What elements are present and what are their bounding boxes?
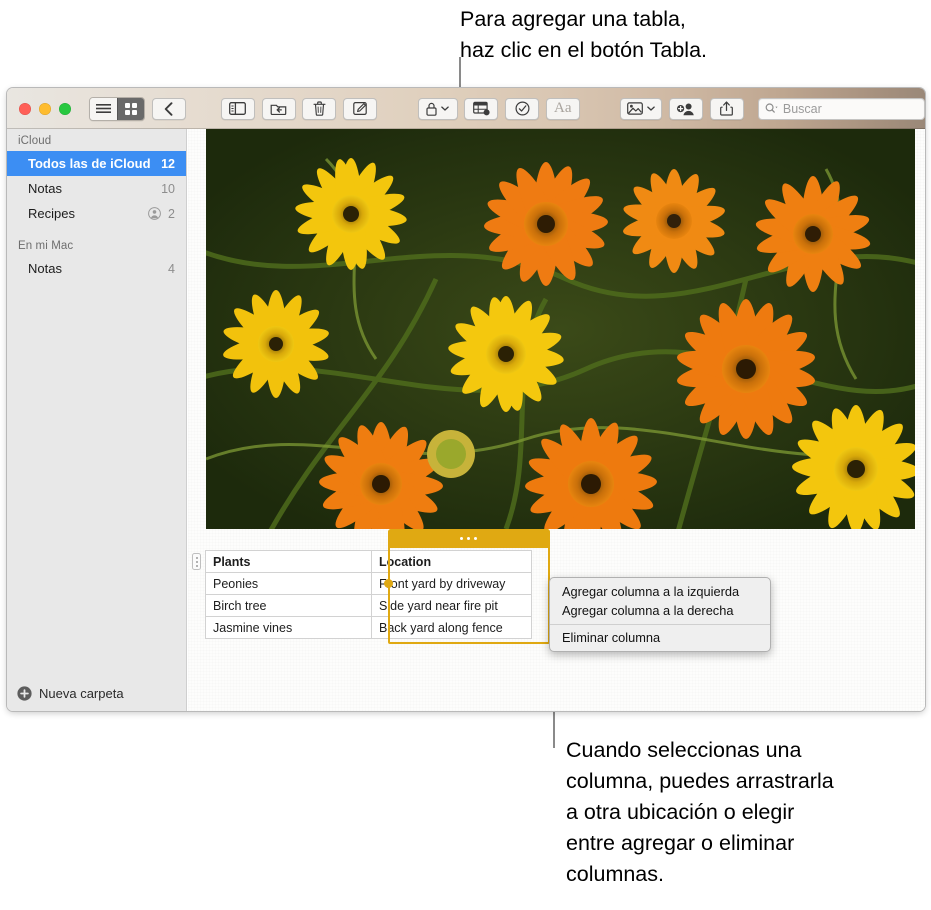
list-view-icon (95, 104, 111, 113)
table-row: Peonies Front yard by driveway (205, 572, 532, 595)
window-toolbar: Aa Buscar (7, 88, 925, 129)
add-people-button[interactable] (668, 97, 703, 120)
table-cell[interactable]: Birch tree (205, 594, 372, 617)
text-format-button[interactable]: Aa (545, 97, 580, 120)
sidebar-item-count: 10 (161, 181, 175, 196)
note-photo-attachment[interactable] (206, 129, 915, 529)
trash-icon (313, 101, 326, 116)
table-row: Jasmine vines Back yard along fence (205, 616, 532, 639)
sidebar-section-header-icloud: iCloud (18, 135, 52, 147)
sidebar-toggle-icon (229, 102, 247, 115)
chevron-down-icon (647, 106, 655, 111)
sidebar-item-notas-mac[interactable]: Notas 4 (7, 256, 186, 281)
table-header-cell[interactable]: Plants (205, 550, 372, 573)
menu-item-add-column-right[interactable]: Agregar columna a la derecha (550, 601, 770, 620)
lock-note-button[interactable] (417, 97, 458, 120)
toggle-sidebar-button[interactable] (220, 97, 255, 120)
chevron-down-icon (441, 106, 449, 111)
lock-icon (426, 102, 437, 116)
sidebar-item-label: Recipes (28, 206, 75, 221)
grid-view-icon (124, 102, 137, 115)
delete-note-button[interactable] (302, 97, 337, 120)
sidebar-item-todos-las-de-icloud[interactable]: Todos las de iCloud 12 (7, 151, 186, 176)
view-mode-segmented-control[interactable] (89, 96, 145, 121)
table-cell[interactable]: Side yard near fire pit (371, 594, 532, 617)
minimize-button[interactable] (39, 102, 51, 115)
callout-text-table-button: Para agregar una tabla, haz clic en el b… (460, 7, 708, 62)
checklist-icon (514, 101, 530, 116)
menu-item-add-column-left[interactable]: Agregar columna a la izquierda (550, 582, 770, 601)
folders-sidebar: iCloud Todos las de iCloud 12 Notas 10 R… (7, 129, 187, 711)
plus-circle-icon (17, 685, 32, 701)
compose-note-icon (352, 102, 367, 116)
share-button[interactable] (709, 97, 744, 120)
menu-separator (550, 624, 770, 625)
sidebar-item-count: 4 (168, 261, 175, 276)
column-context-menu[interactable]: Agregar columna a la izquierda Agregar c… (549, 577, 771, 652)
notes-app-window: Aa Buscar iCloud Todos las de iCloud 12 … (7, 88, 925, 711)
new-folder-button[interactable]: Nueva carpeta (7, 675, 186, 711)
new-folder-label: Nueva carpeta (39, 685, 124, 701)
media-icon (627, 102, 644, 115)
note-editor[interactable]: Plants Location Peonies Front yard by dr… (188, 129, 925, 711)
search-field[interactable]: Buscar (757, 97, 925, 120)
table-cell[interactable]: Jasmine vines (205, 616, 372, 639)
move-to-folder-icon (270, 104, 287, 115)
menu-item-delete-column[interactable]: Eliminar columna (550, 628, 770, 647)
table-cell[interactable]: Back yard along fence (371, 616, 532, 639)
close-button[interactable] (19, 102, 31, 115)
table-row: Birch tree Side yard near fire pit (205, 594, 532, 617)
checklist-button[interactable] (505, 97, 539, 120)
sidebar-item-label: Notas (28, 261, 62, 276)
grid-view-button[interactable] (116, 97, 144, 120)
add-person-icon (676, 103, 694, 115)
insert-media-button[interactable] (620, 97, 663, 120)
table-icon (472, 101, 490, 116)
list-view-button[interactable] (90, 97, 117, 120)
sidebar-item-notas-icloud[interactable]: Notas 10 (7, 176, 186, 201)
table-cell[interactable]: Front yard by driveway (371, 572, 532, 595)
move-to-folder-button[interactable] (261, 97, 296, 120)
flowers-photo-image (206, 129, 915, 529)
sidebar-item-count: 2 (168, 206, 175, 221)
table-grid[interactable]: Plants Location Peonies Front yard by dr… (205, 550, 532, 639)
shared-folder-icon (148, 207, 161, 220)
table-cell[interactable]: Peonies (205, 572, 372, 595)
sidebar-item-count: 12 (161, 156, 175, 171)
search-placeholder: Buscar (782, 101, 822, 116)
back-button[interactable] (151, 97, 186, 120)
column-drag-handle[interactable] (387, 528, 550, 548)
compose-note-button[interactable] (343, 97, 378, 120)
zoom-button[interactable] (59, 102, 71, 115)
insert-table-button[interactable] (464, 97, 499, 120)
table-header-row: Plants Location (205, 550, 532, 573)
format-label: Aa (553, 100, 572, 116)
table-row-handle[interactable] (192, 553, 201, 570)
callout-text-column-selection: Cuando seleccionas una columna, puedes a… (566, 738, 834, 886)
search-icon (765, 103, 778, 113)
back-chevron-icon (164, 101, 173, 116)
window-controls (19, 102, 71, 115)
sidebar-section-header-en-mi-mac: En mi Mac (18, 240, 74, 252)
sidebar-item-recipes[interactable]: Recipes 2 (7, 201, 186, 226)
table-header-cell[interactable]: Location (371, 550, 532, 573)
share-icon (720, 101, 733, 116)
sidebar-item-label: Todos las de iCloud (28, 156, 151, 171)
note-table[interactable]: Plants Location Peonies Front yard by dr… (192, 528, 771, 652)
sidebar-item-label: Notas (28, 181, 62, 196)
screenshot-root: Para agregar una tabla, haz clic en el b… (0, 0, 931, 910)
